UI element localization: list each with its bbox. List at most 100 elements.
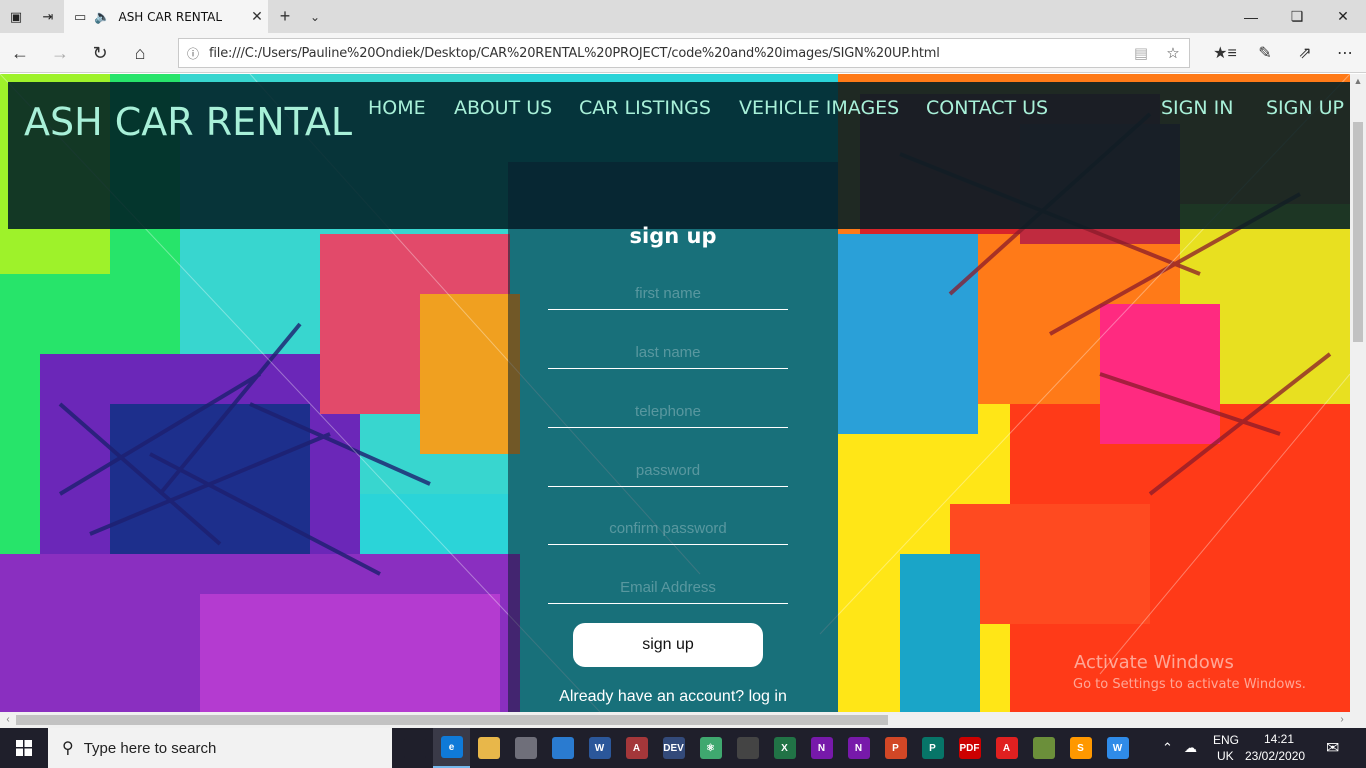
taskbar-app-access[interactable]: A [618,728,655,768]
address-bar[interactable]: ⓘ file:///C:/Users/Pauline%20Ondiek/Desk… [178,38,1190,68]
notifications-icon[interactable]: ✉ [1326,728,1339,768]
sublime-icon: S [1069,737,1092,759]
site-logo[interactable]: ASH CAR RENTAL [24,100,352,144]
set-aside-tabs-icon[interactable]: ⇥ [32,0,64,33]
excel-icon: X [773,737,796,759]
access-icon: A [625,737,648,759]
nav-link-about-us[interactable]: ABOUT US [454,97,552,119]
more-button[interactable]: ⋯ [1326,37,1364,69]
email-field[interactable] [548,572,788,604]
network-icon[interactable]: ☁ [1184,728,1197,768]
nav-link-contact-us[interactable]: CONTACT US [926,97,1048,119]
pdf-icon: PDF [958,737,981,759]
store-icon [551,737,574,759]
taskbar-app-acrobat[interactable]: A [988,728,1025,768]
nav-link-sign-up[interactable]: SIGN UP [1266,97,1344,119]
taskbar-app-excel[interactable]: X [766,728,803,768]
pen-button[interactable]: ✎ [1246,37,1284,69]
start-button[interactable] [0,728,48,768]
password-field[interactable] [548,455,788,487]
back-button[interactable]: ← [2,37,38,69]
taskbar-app-devc[interactable]: DEV [655,728,692,768]
favorite-star-icon[interactable]: ☆ [1157,44,1189,62]
home-button[interactable]: ⌂ [122,37,158,69]
confirm-password-field[interactable] [548,513,788,545]
clock-time[interactable]: 14:21 [1264,732,1294,746]
taskbar-app-file-explorer[interactable] [470,728,507,768]
signup-form-panel: sign up sign up Already have an account?… [508,162,838,712]
powerpoint-icon: P [884,737,907,759]
form-title: sign up [629,224,717,248]
taskbar-app-task-view[interactable] [396,728,433,768]
show-hidden-icons-icon[interactable]: ⌃ [1162,728,1173,768]
taskbar-app-pdf[interactable]: PDF [951,728,988,768]
taskbar-app-inkscape[interactable] [729,728,766,768]
url-text[interactable]: file:///C:/Users/Pauline%20Ondiek/Deskto… [209,46,1125,61]
telephone-field[interactable] [548,396,788,428]
first-name-field[interactable] [548,278,788,310]
search-icon: ⚲ [62,740,74,757]
mail-icon [514,737,537,759]
close-tab-icon[interactable]: ✕ [246,8,268,25]
taskbar-app-sublime[interactable]: S [1062,728,1099,768]
acrobat-icon: A [995,737,1018,759]
scroll-up-icon[interactable]: ▲ [1350,76,1366,86]
mute-icon[interactable]: 🔈 [94,9,110,25]
taskbar-app-onenote2[interactable]: N [840,728,877,768]
scroll-left-icon[interactable]: ‹ [0,712,16,728]
taskbar-app-mail[interactable] [507,728,544,768]
info-icon[interactable]: ⓘ [187,45,209,62]
word-icon: W [588,737,611,759]
taskbar-app-edge[interactable]: e [433,728,470,768]
file-explorer-icon [477,737,500,759]
tab-actions-icon[interactable]: ▣ [0,0,32,33]
horizontal-scroll-thumb[interactable] [16,715,888,725]
share-button[interactable]: ⇗ [1286,37,1324,69]
sign-up-button[interactable]: sign up [573,623,763,667]
edge-icon: e [440,736,463,758]
nav-link-vehicle-images[interactable]: VEHICLE IMAGES [739,97,899,119]
taskbar-search[interactable]: ⚲ Type here to search [48,728,392,768]
language-line-2[interactable]: UK [1217,749,1234,763]
close-window-button[interactable]: ✕ [1320,0,1366,33]
nav-link-car-listings[interactable]: CAR LISTINGS [579,97,711,119]
tab-title: ASH CAR RENTAL [118,9,223,24]
vertical-scrollbar[interactable]: ▲ [1350,74,1366,712]
vertical-scroll-thumb[interactable] [1353,122,1363,342]
taskbar-app-wps[interactable]: W [1099,728,1136,768]
minimize-button[interactable]: — [1228,0,1274,33]
devc-icon: DEV [662,737,685,759]
taskbar-app-store[interactable] [544,728,581,768]
language-line-1[interactable]: ENG [1213,733,1239,747]
taskbar-app-publisher[interactable]: P [914,728,951,768]
refresh-button[interactable]: ↻ [82,37,118,69]
page-viewport: ASH CAR RENTAL HOME ABOUT US CAR LISTING… [0,74,1350,712]
page-icon: ▭ [74,8,87,24]
onenote2-icon: N [847,737,870,759]
taskbar-app-powerpoint[interactable]: P [877,728,914,768]
publisher-icon: P [921,737,944,759]
forward-button[interactable]: → [42,37,78,69]
scroll-right-icon[interactable]: › [1334,712,1350,728]
new-tab-button[interactable]: + [272,0,298,33]
activate-windows-subtitle: Go to Settings to activate Windows. [1073,677,1306,692]
tab-list-chevron-icon[interactable]: ⌄ [302,0,328,33]
restore-button[interactable]: ❏ [1274,0,1320,33]
taskbar-app-android-studio[interactable] [1025,728,1062,768]
taskbar-app-word[interactable]: W [581,728,618,768]
browser-tab-bar: ▣ ⇥ ▭ 🔈 ASH CAR RENTAL ✕ + ⌄ — ❏ ✕ [0,0,1366,33]
windows-logo-icon [16,740,32,756]
windows-taskbar: ⚲ Type here to search e W A DEV ⚛ X N N P P PDF A S W… [0,728,1366,768]
nav-link-sign-in[interactable]: SIGN IN [1161,97,1233,119]
taskbar-app-atom[interactable]: ⚛ [692,728,729,768]
login-link[interactable]: Already have an account? log in [508,688,838,706]
browser-tab[interactable]: ▭ 🔈 ASH CAR RENTAL ✕ [64,0,268,33]
nav-link-home[interactable]: HOME [368,97,426,119]
reading-view-icon[interactable]: ▤ [1125,44,1157,62]
clock-date[interactable]: 23/02/2020 [1245,749,1305,763]
last-name-field[interactable] [548,337,788,369]
favorites-button[interactable]: ★≡ [1206,37,1244,69]
horizontal-scrollbar[interactable]: ‹ › [0,712,1366,728]
task-view-icon [403,737,426,759]
taskbar-app-onenote[interactable]: N [803,728,840,768]
